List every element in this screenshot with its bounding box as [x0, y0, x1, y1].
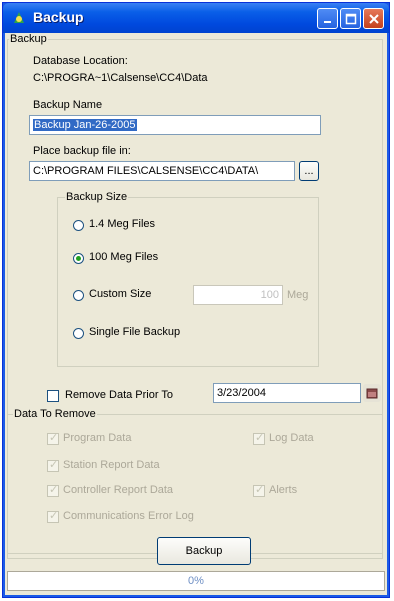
alerts-label: Alerts	[269, 484, 298, 496]
radio-1-4-meg-label: 1.4 Meg Files	[89, 218, 156, 230]
comm-error-log-checkbox[interactable]	[47, 509, 59, 523]
backup-button[interactable]: Backup	[157, 537, 251, 565]
alerts-checkbox[interactable]	[253, 483, 265, 497]
backup-name-label: Backup Name	[33, 99, 103, 111]
radio-single-file-label: Single File Backup	[89, 326, 181, 338]
radio-custom-size[interactable]	[73, 290, 84, 301]
backup-name-value: Backup Jan-26-2005	[33, 119, 137, 131]
app-icon	[14, 12, 24, 23]
db-location-value: C:\PROGRA~1\Calsense\CC4\Data	[33, 72, 208, 84]
custom-size-value: 100	[260, 289, 279, 301]
remove-date-input[interactable]: 3/23/2004	[213, 383, 361, 403]
close-button[interactable]	[363, 8, 384, 29]
remove-date-value: 3/23/2004	[217, 387, 266, 399]
radio-100-meg[interactable]	[73, 253, 84, 264]
remove-data-checkbox[interactable]	[47, 390, 59, 402]
window-content: Backup Database Location: C:\PROGRA~1\Ca…	[7, 33, 385, 595]
browse-label: ...	[304, 165, 314, 177]
comm-error-log-label: Communications Error Log	[63, 510, 194, 522]
place-in-input[interactable]: C:\PROGRAM FILES\CALSENSE\CC4\DATA\	[29, 161, 295, 181]
station-report-checkbox[interactable]	[47, 458, 59, 472]
program-data-checkbox[interactable]	[47, 431, 59, 445]
log-data-checkbox[interactable]	[253, 431, 265, 445]
maximize-icon	[345, 13, 356, 24]
place-in-label: Place backup file in:	[33, 145, 131, 157]
close-icon	[368, 13, 379, 24]
browse-button[interactable]: ...	[299, 161, 319, 181]
radio-100-meg-label: 100 Meg Files	[89, 251, 159, 263]
custom-size-input[interactable]: 100	[193, 285, 283, 305]
radio-custom-size-label: Custom Size	[89, 288, 152, 300]
minimize-button[interactable]	[317, 8, 338, 29]
place-in-value: C:\PROGRAM FILES\CALSENSE\CC4\DATA\	[33, 165, 259, 177]
calendar-icon	[366, 388, 378, 399]
controller-report-checkbox[interactable]	[47, 483, 59, 497]
backup-window: Backup Backup Database Location: C:\PROG…	[2, 2, 390, 598]
log-data-label: Log Data	[269, 432, 314, 444]
radio-1-4-meg[interactable]	[73, 220, 84, 231]
backup-size-label: Backup Size	[65, 191, 129, 203]
db-location-label: Database Location:	[33, 55, 128, 67]
station-report-label: Station Report Data	[63, 459, 160, 471]
minimize-icon	[323, 20, 331, 23]
window-title: Backup	[33, 9, 84, 25]
backup-button-label: Backup	[185, 545, 223, 557]
backup-group-label: Backup	[9, 33, 48, 45]
program-data-label: Program Data	[63, 432, 132, 444]
progress-status-bar: 0%	[7, 571, 385, 591]
title-bar[interactable]: Backup	[3, 3, 389, 33]
progress-status-text: 0%	[188, 575, 204, 587]
remove-data-label: Remove Data Prior To	[65, 389, 174, 401]
data-to-remove-label: Data To Remove	[13, 408, 97, 420]
controller-report-label: Controller Report Data	[63, 484, 174, 496]
maximize-button[interactable]	[340, 8, 361, 29]
radio-single-file[interactable]	[73, 328, 84, 339]
date-picker-button[interactable]	[363, 384, 381, 402]
backup-name-input[interactable]: Backup Jan-26-2005	[29, 115, 321, 135]
custom-size-unit: Meg	[287, 289, 309, 301]
